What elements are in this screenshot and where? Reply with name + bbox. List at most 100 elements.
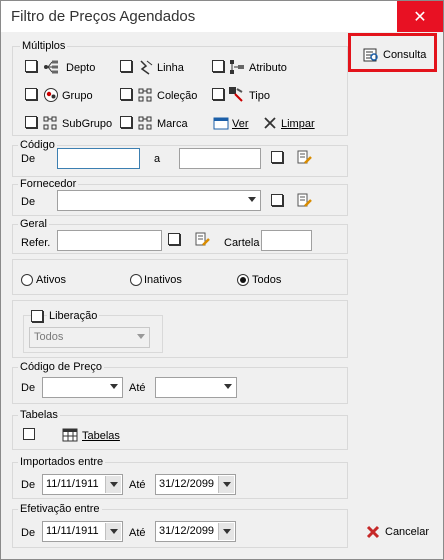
limpar-label: Limpar [281,118,315,130]
inativos-radio[interactable] [130,274,142,286]
codigo-from-input[interactable] [57,148,140,169]
cancelar-label: Cancelar [385,526,430,538]
title-bar: Filtro de Preços Agendados ✕ [1,1,443,32]
inativos-label[interactable]: Inativos [144,273,182,287]
edit-list-icon[interactable] [296,192,312,208]
codigo-legend: Código [18,139,57,151]
importados-from-label: De [21,479,36,491]
tabelas-button[interactable]: Tabelas [82,429,120,443]
tabelas-label: Tabelas [82,430,120,442]
importados-to-label: Até [129,479,146,491]
limpar-button[interactable]: Limpar [281,117,315,131]
codigo-preco-to-select[interactable] [155,377,237,398]
efetivacao-to-label: Até [129,527,146,539]
cartela-input[interactable] [261,230,312,251]
edit-list-icon[interactable] [296,149,312,165]
calendar-dropdown-icon[interactable] [218,476,234,493]
grupo-label[interactable]: Grupo [62,89,93,103]
calendar-dropdown-icon[interactable] [105,476,121,493]
todos-label[interactable]: Todos [252,273,281,287]
importados-to-date[interactable]: 31/12/2099 [155,474,236,495]
linha-label[interactable]: Linha [157,61,184,75]
cancelar-button[interactable]: Cancelar [359,516,435,548]
close-button[interactable]: ✕ [397,1,443,32]
tipo-icon [229,87,243,102]
atributo-icon [230,60,244,74]
chevron-down-icon [110,384,118,389]
cartela-label: Cartela [224,237,260,249]
colecao-label[interactable]: Coleção [157,89,197,103]
refer-checkbox[interactable] [168,233,180,245]
tipo-label[interactable]: Tipo [249,89,270,103]
colecao-icon [138,88,152,102]
refer-input[interactable] [57,230,162,251]
ver-label: Ver [232,118,249,130]
subgrupo-icon [43,116,57,130]
efetivacao-from-label: De [21,527,36,539]
calendar-dropdown-icon[interactable] [218,523,234,540]
atributo-label[interactable]: Atributo [249,61,287,75]
codigo-preco-from-label: De [21,382,36,394]
calendar-dropdown-icon[interactable] [105,523,121,540]
geral-legend: Geral [18,218,49,230]
marca-icon [138,116,152,130]
depto-label[interactable]: Depto [66,61,95,75]
liberacao-value: Todos [34,331,64,343]
tabelas-checkbox[interactable] [23,428,35,440]
importados-from-value: 11/11/1911 [46,478,99,490]
codigo-to-input[interactable] [179,148,261,169]
fornecedor-from-label: De [21,196,36,208]
liberacao-select[interactable]: Todos [29,327,150,348]
depto-icon [44,60,58,74]
fornecedor-select[interactable] [57,190,261,211]
efetivacao-legend: Efetivação entre [18,503,102,515]
efetivacao-to-value: 31/12/2099 [159,525,215,537]
efetivacao-from-value: 11/11/1911 [46,525,99,537]
marca-checkbox[interactable] [120,116,132,128]
ativos-radio[interactable] [21,274,33,286]
chevron-down-icon [224,384,232,389]
table-icon [62,428,78,442]
linha-checkbox[interactable] [120,60,132,72]
linha-icon [140,60,153,75]
fornecedor-checkbox[interactable] [271,194,283,206]
grupo-checkbox[interactable] [25,88,37,100]
importados-legend: Importados entre [18,456,106,468]
subgrupo-checkbox[interactable] [25,116,37,128]
liberacao-checkbox[interactable] [31,310,43,322]
importados-from-date[interactable]: 11/11/1911 [42,474,123,495]
window-icon [213,117,229,130]
edit-list-icon[interactable] [194,231,210,247]
window-title: Filtro de Preços Agendados [11,8,196,25]
depto-checkbox[interactable] [25,60,37,72]
tipo-checkbox[interactable] [212,88,224,100]
importados-to-value: 31/12/2099 [159,478,215,490]
codigo-preco-from-select[interactable] [42,377,123,398]
cancel-x-icon [366,525,380,539]
codigo-checkbox[interactable] [271,151,283,163]
chevron-down-icon [248,197,256,202]
colecao-checkbox[interactable] [120,88,132,100]
grupo-icon [44,88,58,102]
ver-button[interactable]: Ver [232,117,249,131]
atributo-checkbox[interactable] [212,60,224,72]
marca-label[interactable]: Marca [157,117,188,131]
liberacao-label[interactable]: Liberação [47,310,100,322]
codigo-preco-legend: Código de Preço [18,361,104,373]
highlight-box [348,33,437,72]
ativos-label[interactable]: Ativos [36,273,66,287]
tabelas-legend: Tabelas [18,409,60,421]
todos-radio[interactable] [237,274,249,286]
refer-label: Refer. [21,237,51,249]
multiplos-legend: Múltiplos [20,40,68,52]
chevron-down-icon [137,334,145,339]
efetivacao-from-date[interactable]: 11/11/1911 [42,521,123,542]
close-icon: ✕ [413,8,427,26]
efetivacao-to-date[interactable]: 31/12/2099 [155,521,236,542]
x-icon [264,117,276,129]
filter-dialog: Filtro de Preços Agendados ✕ Múltiplos D… [0,0,444,560]
subgrupo-label[interactable]: SubGrupo [62,117,112,131]
codigo-from-label: De [21,153,36,165]
fornecedor-legend: Fornecedor [18,178,79,190]
codigo-to-label: a [154,153,161,165]
